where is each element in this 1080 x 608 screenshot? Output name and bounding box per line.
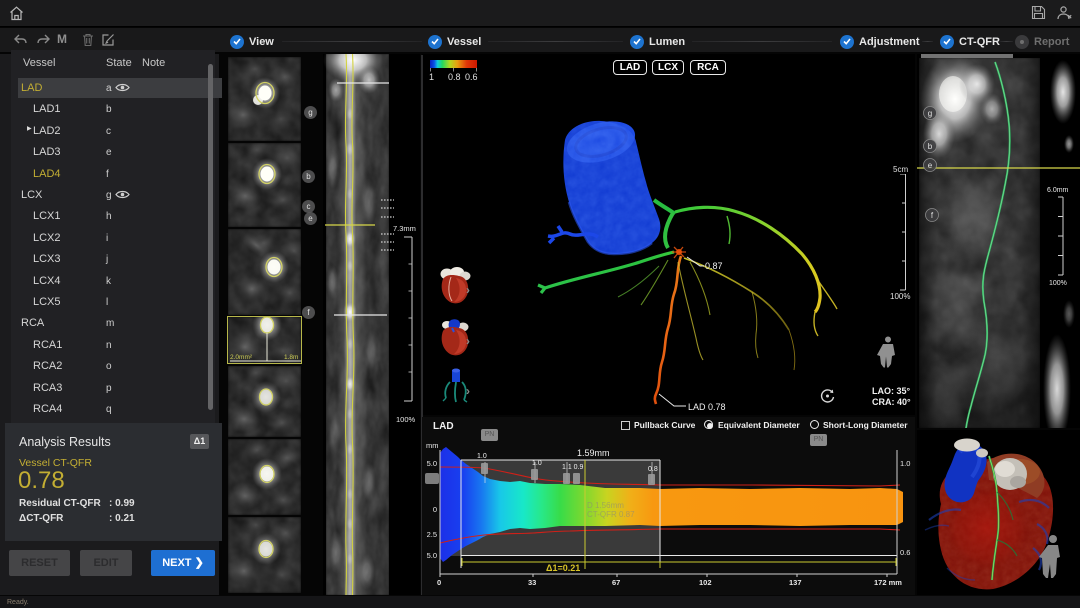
svg-text:e: e [928,161,933,170]
svg-text:b: b [928,142,933,151]
svg-text:0.87: 0.87 [705,261,723,271]
svg-text:1.8m: 1.8m [284,354,298,361]
svg-text:LAD 0.78: LAD 0.78 [688,402,726,412]
svg-text:6.0mm: 6.0mm [1047,187,1069,194]
svg-text:g: g [928,109,932,118]
svg-text:2.0mm²: 2.0mm² [230,354,253,361]
svg-text:100%: 100% [1049,280,1067,287]
svg-text:100%: 100% [396,415,416,424]
svg-text:7.3mm: 7.3mm [393,224,416,233]
